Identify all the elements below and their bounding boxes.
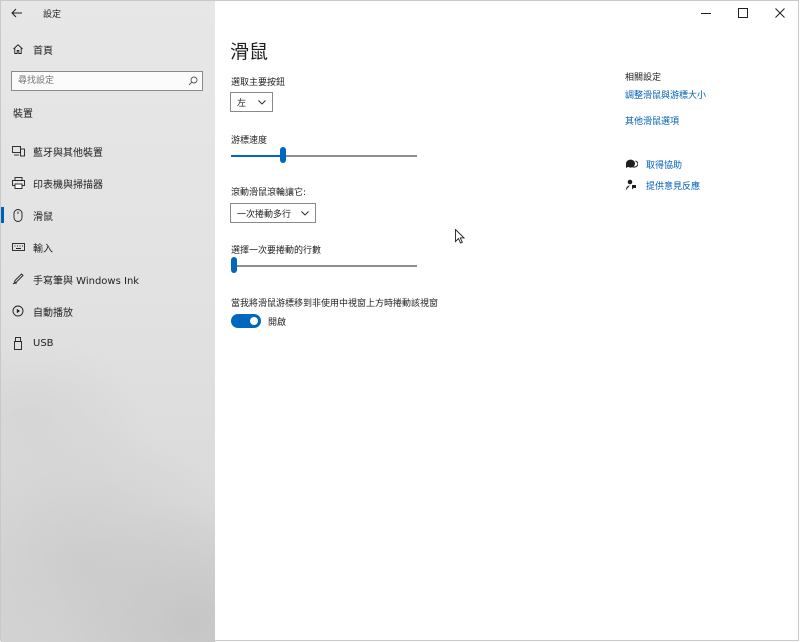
feedback-link[interactable]: 提供意見反應 [646,179,700,192]
mouse-cursor-icon [455,229,465,244]
toggle-knob [250,317,258,325]
back-button[interactable] [1,1,33,25]
inactive-scroll-label: 當我將滑鼠游標移到非使用中視窗上方時捲動該視窗 [231,299,439,309]
related-settings-title: 相關設定 [625,73,662,83]
window-title: 設定 [43,9,62,20]
settings-window: 設定 首頁 裝置 藍牙與其他裝置 印表機與掃描器 [0,0,799,642]
chevron-down-icon [301,210,309,216]
get-help-icon [624,157,638,171]
back-arrow-icon [11,8,22,18]
sidebar-item-label: 首頁 [33,45,53,57]
maximize-icon [737,8,748,18]
get-help-link[interactable]: 取得協助 [646,158,682,171]
section-header: 裝置 [13,109,33,120]
minimize-icon [700,13,711,14]
search-box[interactable] [11,71,203,91]
slider-thumb[interactable] [280,147,286,163]
sidebar-item-home[interactable]: 首頁 [1,35,215,63]
sidebar-item-label: 藍牙與其他裝置 [33,147,103,159]
home-icon [11,42,25,56]
primary-button-label: 選取主要按鈕 [231,78,286,88]
additional-mouse-options-link[interactable]: 其他滑鼠選項 [625,114,679,127]
sidebar-item-label: 自動播放 [33,307,73,319]
slider-track [231,265,417,267]
sidebar-item-label: 印表機與掃描器 [33,179,103,191]
page-title: 滑鼠 [230,41,269,63]
sidebar-item-mouse[interactable]: 滑鼠 [1,201,215,229]
search-input[interactable] [12,75,184,87]
sidebar-item-label: USB [33,337,54,349]
title-bar: 設定 [1,1,215,25]
slider-fill [231,155,283,157]
get-help-row[interactable]: 取得協助 [624,157,682,171]
feedback-icon [624,178,638,192]
sidebar-item-autoplay[interactable]: 自動播放 [1,297,215,325]
dropdown-value: 左 [237,98,247,109]
chevron-down-icon [258,99,266,105]
sidebar-item-label: 手寫筆與 Windows Ink [33,275,140,287]
selection-indicator [1,207,4,223]
close-button[interactable] [761,1,798,25]
cursor-speed-label: 游標速度 [231,136,268,146]
wheel-scroll-label: 滾動滑鼠滾輪讓它: [231,188,307,198]
autoplay-icon [11,304,25,318]
sidebar-item-typing[interactable]: 輸入 [1,233,215,261]
sidebar-item-label: 滑鼠 [33,211,53,223]
cursor-speed-slider[interactable] [231,147,417,163]
search-icon[interactable] [184,72,202,90]
minimize-button[interactable] [687,1,724,25]
maximize-button[interactable] [724,1,761,25]
sidebar-item-usb[interactable]: USB [1,329,215,357]
usb-icon [11,336,25,350]
feedback-row[interactable]: 提供意見反應 [624,178,700,192]
primary-button-dropdown[interactable]: 左 [230,92,273,112]
mouse-pointer-size-link[interactable]: 調整滑鼠與游標大小 [625,88,706,101]
keyboard-icon [11,240,25,254]
pen-icon [11,272,25,286]
printer-icon [11,176,25,190]
wheel-scroll-dropdown[interactable]: 一次捲動多行 [230,203,316,223]
sidebar-item-bluetooth[interactable]: 藍牙與其他裝置 [1,137,215,165]
caption-buttons [687,1,798,25]
lines-to-scroll-slider[interactable] [231,257,417,273]
slider-thumb[interactable] [231,257,237,273]
dropdown-value: 一次捲動多行 [237,209,292,220]
sidebar-item-pen[interactable]: 手寫筆與 Windows Ink [1,265,215,293]
lines-to-scroll-label: 選擇一次要捲動的行數 [231,246,322,256]
inactive-scroll-toggle[interactable] [231,314,261,328]
bluetooth-devices-icon [11,144,25,158]
toggle-state-label: 開啟 [268,318,287,328]
sidebar-item-printers[interactable]: 印表機與掃描器 [1,169,215,197]
sidebar: 設定 首頁 裝置 藍牙與其他裝置 印表機與掃描器 [1,1,215,642]
close-icon [774,8,785,18]
sidebar-item-label: 輸入 [33,243,53,255]
mouse-icon [11,208,25,222]
